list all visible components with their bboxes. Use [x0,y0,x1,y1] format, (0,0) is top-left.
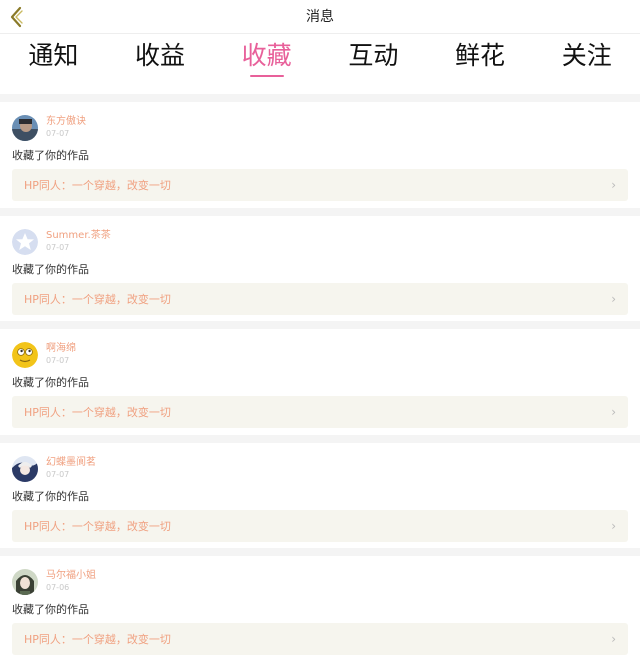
chevron-right-icon: › [611,405,616,419]
chevron-right-icon: › [611,632,616,646]
timestamp: 07-07 [46,242,70,252]
chevron-right-icon: › [611,291,616,306]
tab-label: 收藏 [241,41,292,70]
emoji-face-icon [12,342,38,368]
girl-avatar-icon [12,569,38,595]
avatar[interactable] [12,228,38,255]
work-link[interactable]: HP同人：一个穿越，改变一切 › [12,282,628,315]
star-avatar-icon [12,228,38,255]
avatar[interactable] [12,342,38,368]
action-text: 收藏了你的作品 [12,489,89,503]
username[interactable]: 东方傲诀 [46,116,86,128]
work-link[interactable]: HP同人：一个穿越，改变一切 › [12,623,628,655]
timestamp: 07-07 [46,469,70,479]
tab-label: 收益 [135,41,186,70]
work-title: HP同人：一个穿越，改变一切 [24,406,171,419]
work-title: HP同人：一个穿越，改变一切 [24,179,171,192]
divider [0,548,640,556]
action-text: 收藏了你的作品 [12,262,89,276]
timestamp: 07-07 [46,356,70,365]
action-text: 收藏了你的作品 [12,603,89,616]
work-link[interactable]: HP同人：一个穿越，改变一切 › [12,509,628,542]
work-title: HP同人：一个穿越，改变一切 [24,292,171,306]
photo-avatar-icon [12,115,38,141]
work-title: HP同人：一个穿越，改变一切 [24,519,171,533]
favorites-feed: 东方傲诀 07-07 收藏了你的作品 HP同人：一个穿越，改变一切 › Summ… [0,94,640,662]
work-title: HP同人：一个穿越，改变一切 [24,633,171,646]
anime-avatar-icon [12,455,38,482]
list-item: 东方傲诀 07-07 收藏了你的作品 HP同人：一个穿越，改变一切 › [0,102,640,208]
list-item: 马尔福小姐 07-06 收藏了你的作品 HP同人：一个穿越，改变一切 › [0,556,640,662]
list-item: 啊海绵 07-07 收藏了你的作品 HP同人：一个穿越，改变一切 › [0,329,640,435]
page-title: 消息 [306,9,334,25]
list-item: 幻蝶墨阆茗 07-07 收藏了你的作品 HP同人：一个穿越，改变一切 › [0,442,640,548]
action-text: 收藏了你的作品 [12,149,89,162]
work-link[interactable]: HP同人：一个穿越，改变一切 › [12,169,628,201]
action-text: 收藏了你的作品 [12,376,89,389]
list-item: Summer.茶茶 07-07 收藏了你的作品 HP同人：一个穿越，改变一切 › [0,215,640,321]
username[interactable]: 啊海绵 [46,343,76,355]
divider [0,321,640,329]
chevron-right-icon: › [611,178,616,192]
avatar[interactable] [12,455,38,482]
avatar[interactable] [12,115,38,141]
tab-follows[interactable]: 关注 [533,34,640,94]
divider [0,434,640,443]
tab-indicator [249,75,284,77]
tab-bar: 通知 收益 收藏 互动 鲜花 关注 [0,34,640,94]
tab-label: 互动 [348,41,399,70]
divider [0,207,640,216]
tab-label: 鲜花 [455,41,506,70]
tab-notifications[interactable]: 通知 [0,34,107,94]
tab-label: 通知 [28,41,79,70]
chevron-right-icon: › [611,518,616,533]
username[interactable]: 幻蝶墨阆茗 [46,457,96,469]
username[interactable]: 马尔福小姐 [46,570,96,582]
work-link[interactable]: HP同人：一个穿越，改变一切 › [12,396,628,428]
tab-flowers[interactable]: 鲜花 [427,34,534,94]
tab-favorites[interactable]: 收藏 [213,34,320,94]
divider [0,94,640,102]
tab-label: 关注 [561,41,612,70]
timestamp: 07-06 [46,583,70,592]
tab-interactions[interactable]: 互动 [320,34,427,94]
avatar[interactable] [12,569,38,595]
top-bar: 消息 [0,0,640,34]
tab-earnings[interactable]: 收益 [107,34,214,94]
username[interactable]: Summer.茶茶 [46,230,111,242]
timestamp: 07-07 [46,129,70,138]
